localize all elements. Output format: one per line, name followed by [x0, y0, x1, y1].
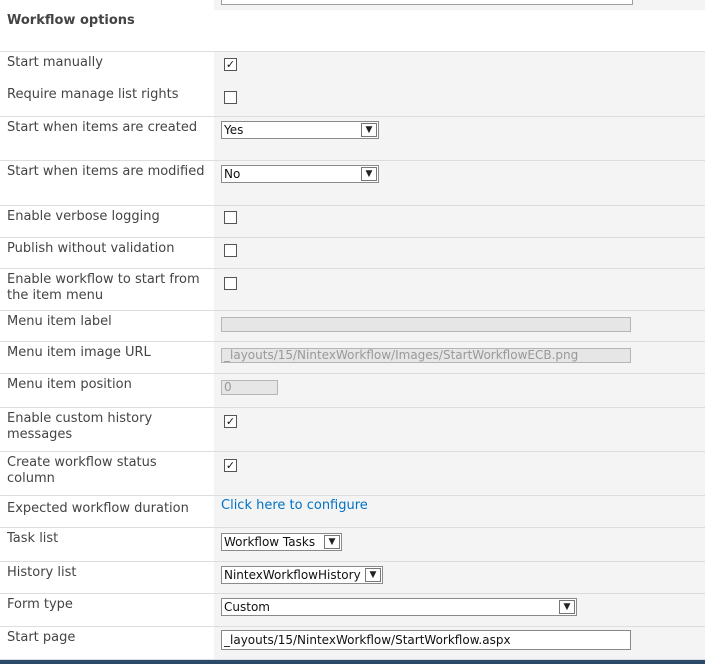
task-list-label: Task list — [0, 528, 214, 561]
row-task-list: Task list — [0, 528, 705, 562]
menu-item-image-url-input[interactable]: _layouts/15/NintexWorkflow/Images/StartW… — [221, 348, 631, 363]
row-verbose-logging: Enable verbose logging — [0, 206, 705, 238]
row-require-manage-list-rights: Require manage list rights — [0, 84, 705, 117]
verbose-logging-value-cell — [214, 206, 705, 237]
custom-history-messages-label: Enable custom history messages — [0, 408, 214, 451]
history-list-selected: NintexWorkflowHistory — [224, 568, 361, 582]
custom-history-messages-checkbox[interactable]: ✓ — [224, 415, 237, 428]
start-when-modified-label: Start when items are modified — [0, 161, 214, 205]
form-type-label: Form type — [0, 594, 214, 626]
row-publish-without-validation: Publish without validation — [0, 238, 705, 269]
menu-item-position-input[interactable]: 0 — [221, 380, 278, 395]
start-when-created-selected: Yes — [224, 123, 244, 137]
require-manage-list-rights-value-cell — [214, 84, 705, 116]
menu-item-label-label: Menu item label — [0, 311, 214, 341]
bottom-bar — [0, 660, 705, 664]
start-when-created-select[interactable]: Yes ▼ — [221, 121, 379, 139]
start-manually-label: Start manually — [0, 52, 214, 84]
start-from-item-menu-checkbox[interactable] — [224, 277, 237, 290]
start-when-modified-selected: No — [224, 167, 241, 181]
menu-item-label-input[interactable] — [221, 317, 631, 332]
workflow-status-column-value-cell — [214, 452, 705, 495]
start-from-item-menu-label: Enable workflow to start from the item m… — [0, 269, 214, 310]
publish-without-validation-label: Publish without validation — [0, 238, 214, 268]
chevron-down-icon[interactable]: ▼ — [559, 600, 575, 614]
chevron-down-icon[interactable]: ▼ — [361, 167, 377, 181]
section-title: Workflow options — [7, 13, 135, 28]
verbose-logging-label: Enable verbose logging — [0, 206, 214, 237]
start-manually-value-cell — [214, 52, 705, 84]
workflow-status-column-label: Create workflow status column — [0, 452, 214, 495]
task-list-selected: Workflow Tasks — [224, 535, 316, 549]
expected-duration-label: Expected workflow duration — [0, 496, 214, 527]
custom-history-messages-value-cell — [214, 408, 705, 451]
start-manually-checkbox[interactable]: ✓ — [224, 58, 237, 71]
workflow-status-column-checkbox[interactable]: ✓ — [224, 459, 237, 472]
top-strip — [0, 0, 705, 10]
chevron-down-icon[interactable]: ▼ — [361, 123, 377, 137]
start-page-label: Start page — [0, 627, 214, 659]
require-manage-list-rights-checkbox[interactable] — [224, 91, 237, 104]
publish-without-validation-checkbox[interactable] — [224, 244, 237, 257]
chevron-down-icon[interactable]: ▼ — [365, 568, 381, 582]
row-custom-history-messages: Enable custom history messages — [0, 408, 705, 452]
history-list-select[interactable]: NintexWorkflowHistory ▼ — [221, 566, 383, 584]
form-type-selected: Custom — [224, 600, 270, 614]
start-page-input[interactable]: _layouts/15/NintexWorkflow/StartWorkflow… — [221, 630, 631, 650]
task-list-select[interactable]: Workflow Tasks ▼ — [221, 533, 342, 551]
publish-without-validation-value-cell — [214, 238, 705, 268]
require-manage-list-rights-label: Require manage list rights — [0, 84, 214, 116]
previous-field-input[interactable] — [221, 0, 633, 5]
verbose-logging-checkbox[interactable] — [224, 211, 237, 224]
menu-item-position-value-cell — [214, 374, 705, 407]
chevron-down-icon[interactable]: ▼ — [324, 535, 340, 549]
menu-item-image-url-label: Menu item image URL — [0, 342, 214, 373]
row-start-manually: Start manually — [0, 51, 705, 85]
start-from-item-menu-value-cell — [214, 269, 705, 310]
start-when-modified-select[interactable]: No ▼ — [221, 165, 379, 183]
menu-item-position-label: Menu item position — [0, 374, 214, 407]
start-when-created-label: Start when items are created — [0, 117, 214, 160]
row-workflow-status-column: Create workflow status column — [0, 452, 705, 496]
row-menu-item-position: Menu item position — [0, 374, 705, 408]
history-list-label: History list — [0, 562, 214, 593]
configure-duration-link[interactable]: Click here to configure — [221, 498, 368, 513]
form-type-select[interactable]: Custom ▼ — [221, 598, 577, 616]
row-start-from-item-menu: Enable workflow to start from the item m… — [0, 269, 705, 311]
